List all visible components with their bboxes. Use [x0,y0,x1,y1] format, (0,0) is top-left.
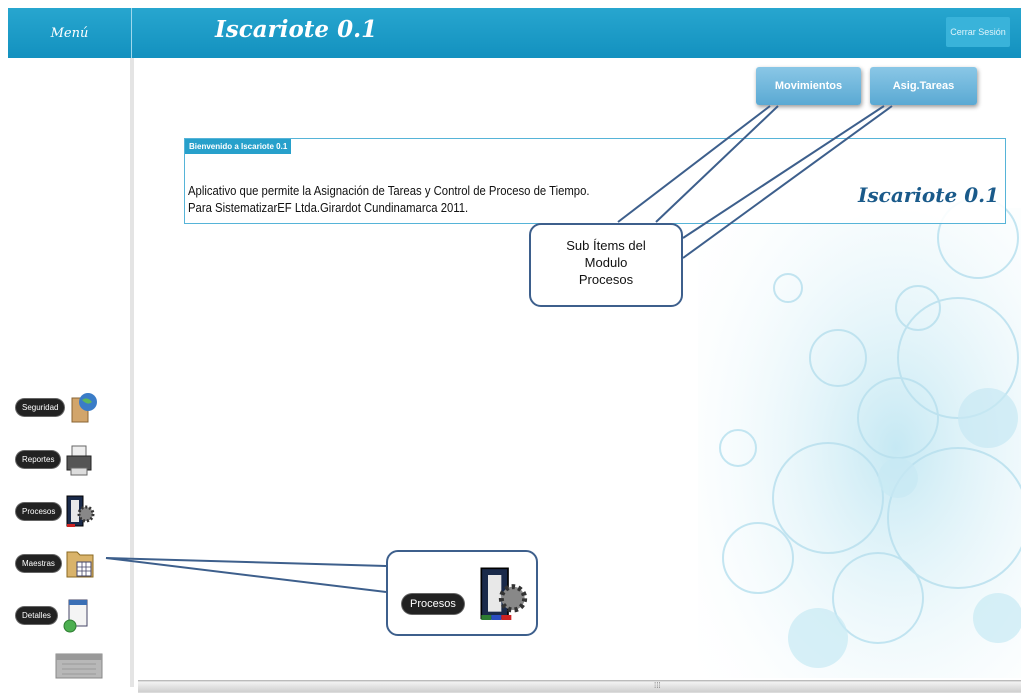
app-window: Menú Iscariote 0.1 Cerrar Sesión Segurid… [0,0,1021,693]
procesos-callout: Procesos [386,550,538,636]
horizontal-scrollbar[interactable]: ⁞⁞⁞ [138,680,1021,693]
grip-icon: ⁞⁞⁞ [654,681,661,690]
callout-line-1: Sub Ítems del [566,238,646,253]
scroll-thumb[interactable] [138,682,1021,692]
processes-gear-icon [478,564,528,631]
procesos-label: Procesos [402,594,464,614]
callout-line-3: Procesos [578,272,634,287]
subitems-callout: Sub Ítems del Modulo Procesos [529,223,683,307]
callout-line-2: Modulo [584,255,628,270]
